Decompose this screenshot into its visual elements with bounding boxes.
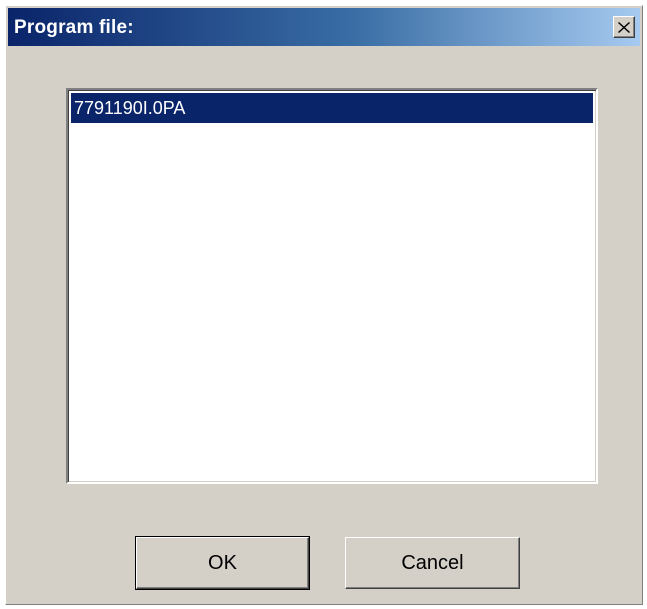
list-item[interactable]: 7791190I.0PA bbox=[71, 93, 593, 123]
title-bar[interactable]: Program file: bbox=[8, 8, 640, 46]
dialog-title: Program file: bbox=[14, 17, 134, 38]
program-file-listbox[interactable]: 7791190I.0PA bbox=[66, 88, 598, 484]
close-button[interactable] bbox=[613, 16, 635, 38]
close-icon bbox=[618, 21, 630, 33]
ok-button[interactable]: OK bbox=[135, 536, 310, 590]
program-file-dialog: Program file: 7791190I.0PA OK Cancel bbox=[5, 5, 643, 605]
cancel-button[interactable]: Cancel bbox=[345, 537, 520, 589]
